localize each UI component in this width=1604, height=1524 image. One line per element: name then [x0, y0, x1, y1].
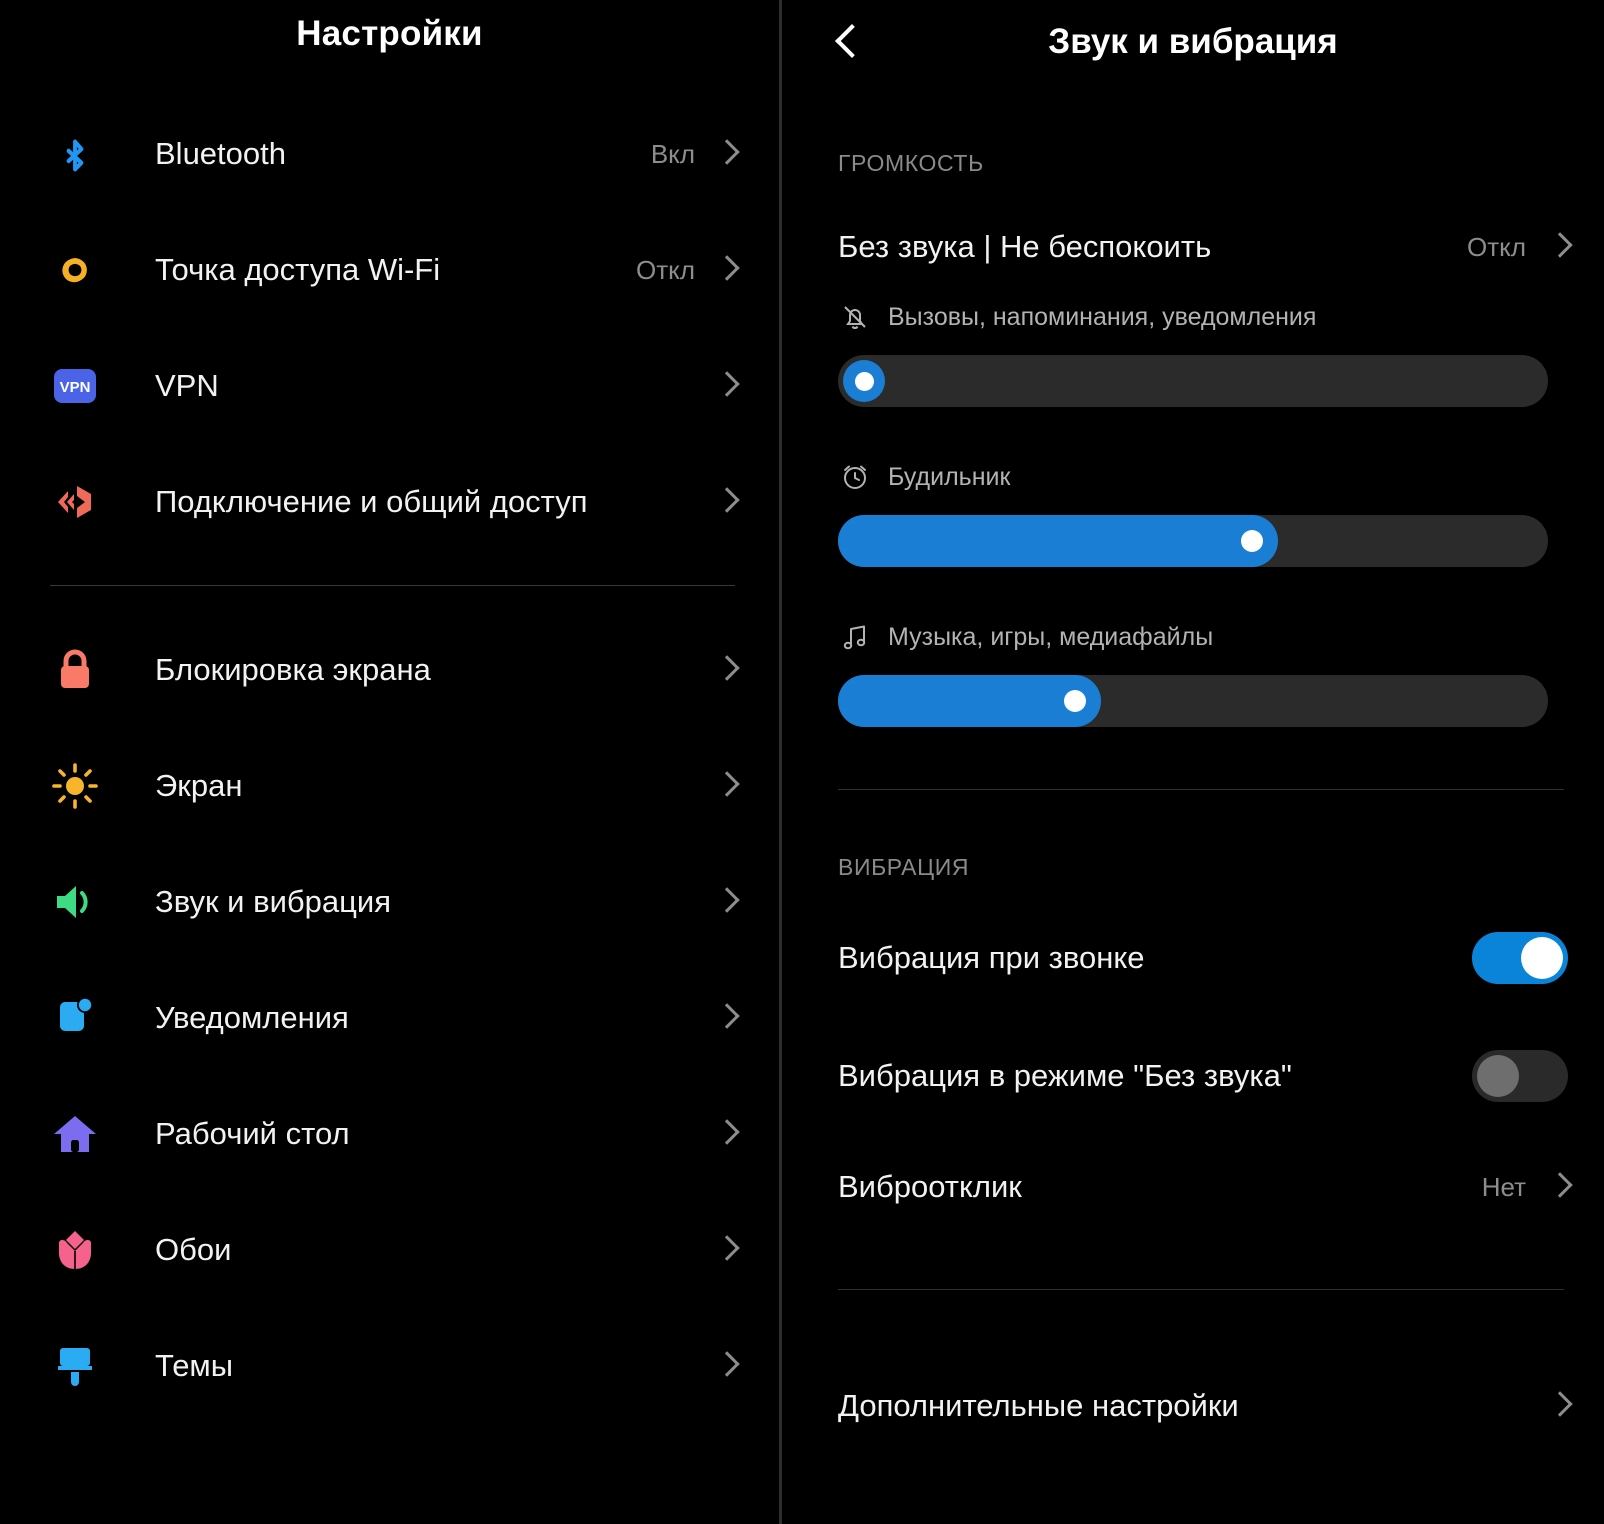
slider-thumb[interactable]	[1241, 530, 1264, 552]
chevron-right-icon	[717, 138, 735, 170]
toggle-row-vibrate-on-call[interactable]: Вибрация при звонке	[782, 899, 1604, 1017]
sidebar-item-connection-sharing[interactable]: Подключение и общий доступ	[0, 444, 779, 560]
sidebar-item-notifications[interactable]: Уведомления	[0, 960, 779, 1076]
sidebar-item-wifi-hotspot[interactable]: Точка доступа Wi-Fi Откл	[0, 212, 779, 328]
sidebar-item-wallpaper[interactable]: Обои	[0, 1192, 779, 1308]
dnd-row[interactable]: Без звука | Не беспокоить Откл	[782, 199, 1604, 295]
chevron-left-icon[interactable]	[818, 14, 874, 70]
sidebar-item-sound-vibration[interactable]: Звук и вибрация	[0, 844, 779, 960]
sidebar-item-label: Темы	[155, 1348, 234, 1383]
section-heading-vibration: ВИБРАЦИЯ	[838, 854, 970, 880]
dnd-label: Без звука | Не беспокоить	[838, 229, 1212, 264]
toggle-knob	[1477, 1055, 1519, 1097]
sidebar-item-label: Звук и вибрация	[155, 884, 391, 919]
chevron-right-icon	[717, 770, 735, 802]
sidebar-item-label: Обои	[155, 1232, 232, 1267]
settings-list-group-1: Bluetooth Вкл Точка доступа Wi-Fi Откл V…	[0, 96, 779, 560]
settings-list-group-2: Блокировка экрана Экран Звук и вибрация …	[0, 612, 779, 1424]
sidebar-item-label: Блокировка экрана	[155, 652, 431, 687]
chevron-right-icon	[717, 654, 735, 686]
sidebar-item-label: Подключение и общий доступ	[155, 484, 588, 519]
haptic-feedback-row[interactable]: Виброотклик Нет	[782, 1135, 1604, 1239]
dual-panel-screenshot: Настройки Bluetooth Вкл Точка доступа Wi…	[0, 0, 1604, 1524]
chevron-right-icon	[1550, 1390, 1568, 1422]
slider-fill	[838, 675, 1101, 727]
themes-brush-icon	[50, 1341, 100, 1391]
slider-fill	[838, 515, 1279, 567]
volume-slider-calls[interactable]	[838, 355, 1548, 407]
more-settings-row[interactable]: Дополнительные настройки	[782, 1354, 1604, 1458]
sidebar-item-label: Уведомления	[155, 1000, 349, 1035]
speaker-icon	[50, 877, 100, 927]
wallpaper-flower-icon	[50, 1225, 100, 1275]
page-title: Настройки	[296, 14, 483, 53]
slider-thumb[interactable]	[1063, 690, 1086, 712]
haptic-value: Нет	[1481, 1171, 1526, 1202]
chevron-right-icon	[717, 254, 735, 286]
notification-icon	[50, 993, 100, 1043]
lock-icon	[50, 645, 100, 695]
brightness-sun-icon	[50, 761, 100, 811]
connection-sharing-icon	[50, 477, 100, 527]
toggle-row-vibrate-in-silent[interactable]: Вибрация в режиме "Без звука"	[782, 1017, 1604, 1135]
music-note-icon	[838, 620, 872, 654]
vpn-icon: VPN	[50, 361, 100, 411]
slider-label: Музыка, игры, медиафайлы	[888, 622, 1214, 651]
list-divider	[50, 585, 735, 586]
slider-caption: Будильник	[838, 455, 1548, 499]
home-icon	[50, 1109, 100, 1159]
toggle-label: Вибрация при звонке	[838, 940, 1145, 975]
sidebar-item-home-screen[interactable]: Рабочий стол	[0, 1076, 779, 1192]
slider-label: Будильник	[888, 462, 1011, 491]
sidebar-item-label: VPN	[155, 368, 219, 403]
chevron-right-icon	[717, 1234, 735, 1266]
svg-text:VPN: VPN	[60, 379, 91, 396]
header: Звук и вибрация	[782, 0, 1604, 78]
chevron-right-icon	[717, 1002, 735, 1034]
chevron-right-icon	[717, 1350, 735, 1382]
section-heading-volume: ГРОМКОСТЬ	[838, 150, 984, 176]
chevron-right-icon	[1550, 1171, 1568, 1203]
volume-slider-alarm[interactable]	[838, 515, 1548, 567]
bluetooth-icon	[50, 129, 100, 179]
chevron-right-icon	[717, 370, 735, 402]
slider-thumb[interactable]	[843, 360, 885, 402]
toggle-switch[interactable]	[1472, 932, 1568, 984]
volume-slider-media[interactable]	[838, 675, 1548, 727]
alarm-clock-icon	[838, 460, 872, 494]
chevron-right-icon	[717, 1118, 735, 1150]
toggle-switch[interactable]	[1472, 1050, 1568, 1102]
sidebar-item-value: Вкл	[650, 138, 695, 169]
slider-block-media: Музыка, игры, медиафайлы	[782, 615, 1604, 727]
sound-vibration-panel: Звук и вибрация ГРОМКОСТЬ Без звука | Не…	[782, 0, 1604, 1524]
slider-label: Вызовы, напоминания, уведомления	[888, 302, 1317, 331]
page-title: Звук и вибрация	[1048, 22, 1338, 61]
more-settings-label: Дополнительные настройки	[838, 1388, 1239, 1423]
slider-block-calls: Вызовы, напоминания, уведомления	[782, 295, 1604, 407]
bell-off-icon	[838, 300, 872, 334]
sidebar-item-label: Рабочий стол	[155, 1116, 350, 1151]
sidebar-item-display[interactable]: Экран	[0, 728, 779, 844]
section-divider	[838, 789, 1564, 790]
haptic-label: Виброотклик	[838, 1169, 1022, 1204]
settings-panel: Настройки Bluetooth Вкл Точка доступа Wi…	[0, 0, 779, 1524]
sidebar-item-value: Откл	[636, 254, 695, 285]
toggle-label: Вибрация в режиме "Без звука"	[838, 1058, 1292, 1093]
toggle-knob	[1521, 937, 1563, 979]
sidebar-item-themes[interactable]: Темы	[0, 1308, 779, 1424]
dnd-value: Откл	[1467, 231, 1526, 262]
sidebar-item-vpn[interactable]: VPN VPN	[0, 328, 779, 444]
sidebar-item-lock-screen[interactable]: Блокировка экрана	[0, 612, 779, 728]
sidebar-item-label: Экран	[155, 768, 243, 803]
slider-block-alarm: Будильник	[782, 455, 1604, 567]
sidebar-item-label: Bluetooth	[155, 136, 286, 171]
sidebar-item-label: Точка доступа Wi-Fi	[155, 252, 441, 287]
slider-caption: Вызовы, напоминания, уведомления	[838, 295, 1548, 339]
slider-caption: Музыка, игры, медиафайлы	[838, 615, 1548, 659]
sidebar-item-bluetooth[interactable]: Bluetooth Вкл	[0, 96, 779, 212]
chevron-right-icon	[717, 886, 735, 918]
chevron-right-icon	[717, 486, 735, 518]
wifi-hotspot-icon	[50, 245, 100, 295]
chevron-right-icon	[1550, 231, 1568, 263]
